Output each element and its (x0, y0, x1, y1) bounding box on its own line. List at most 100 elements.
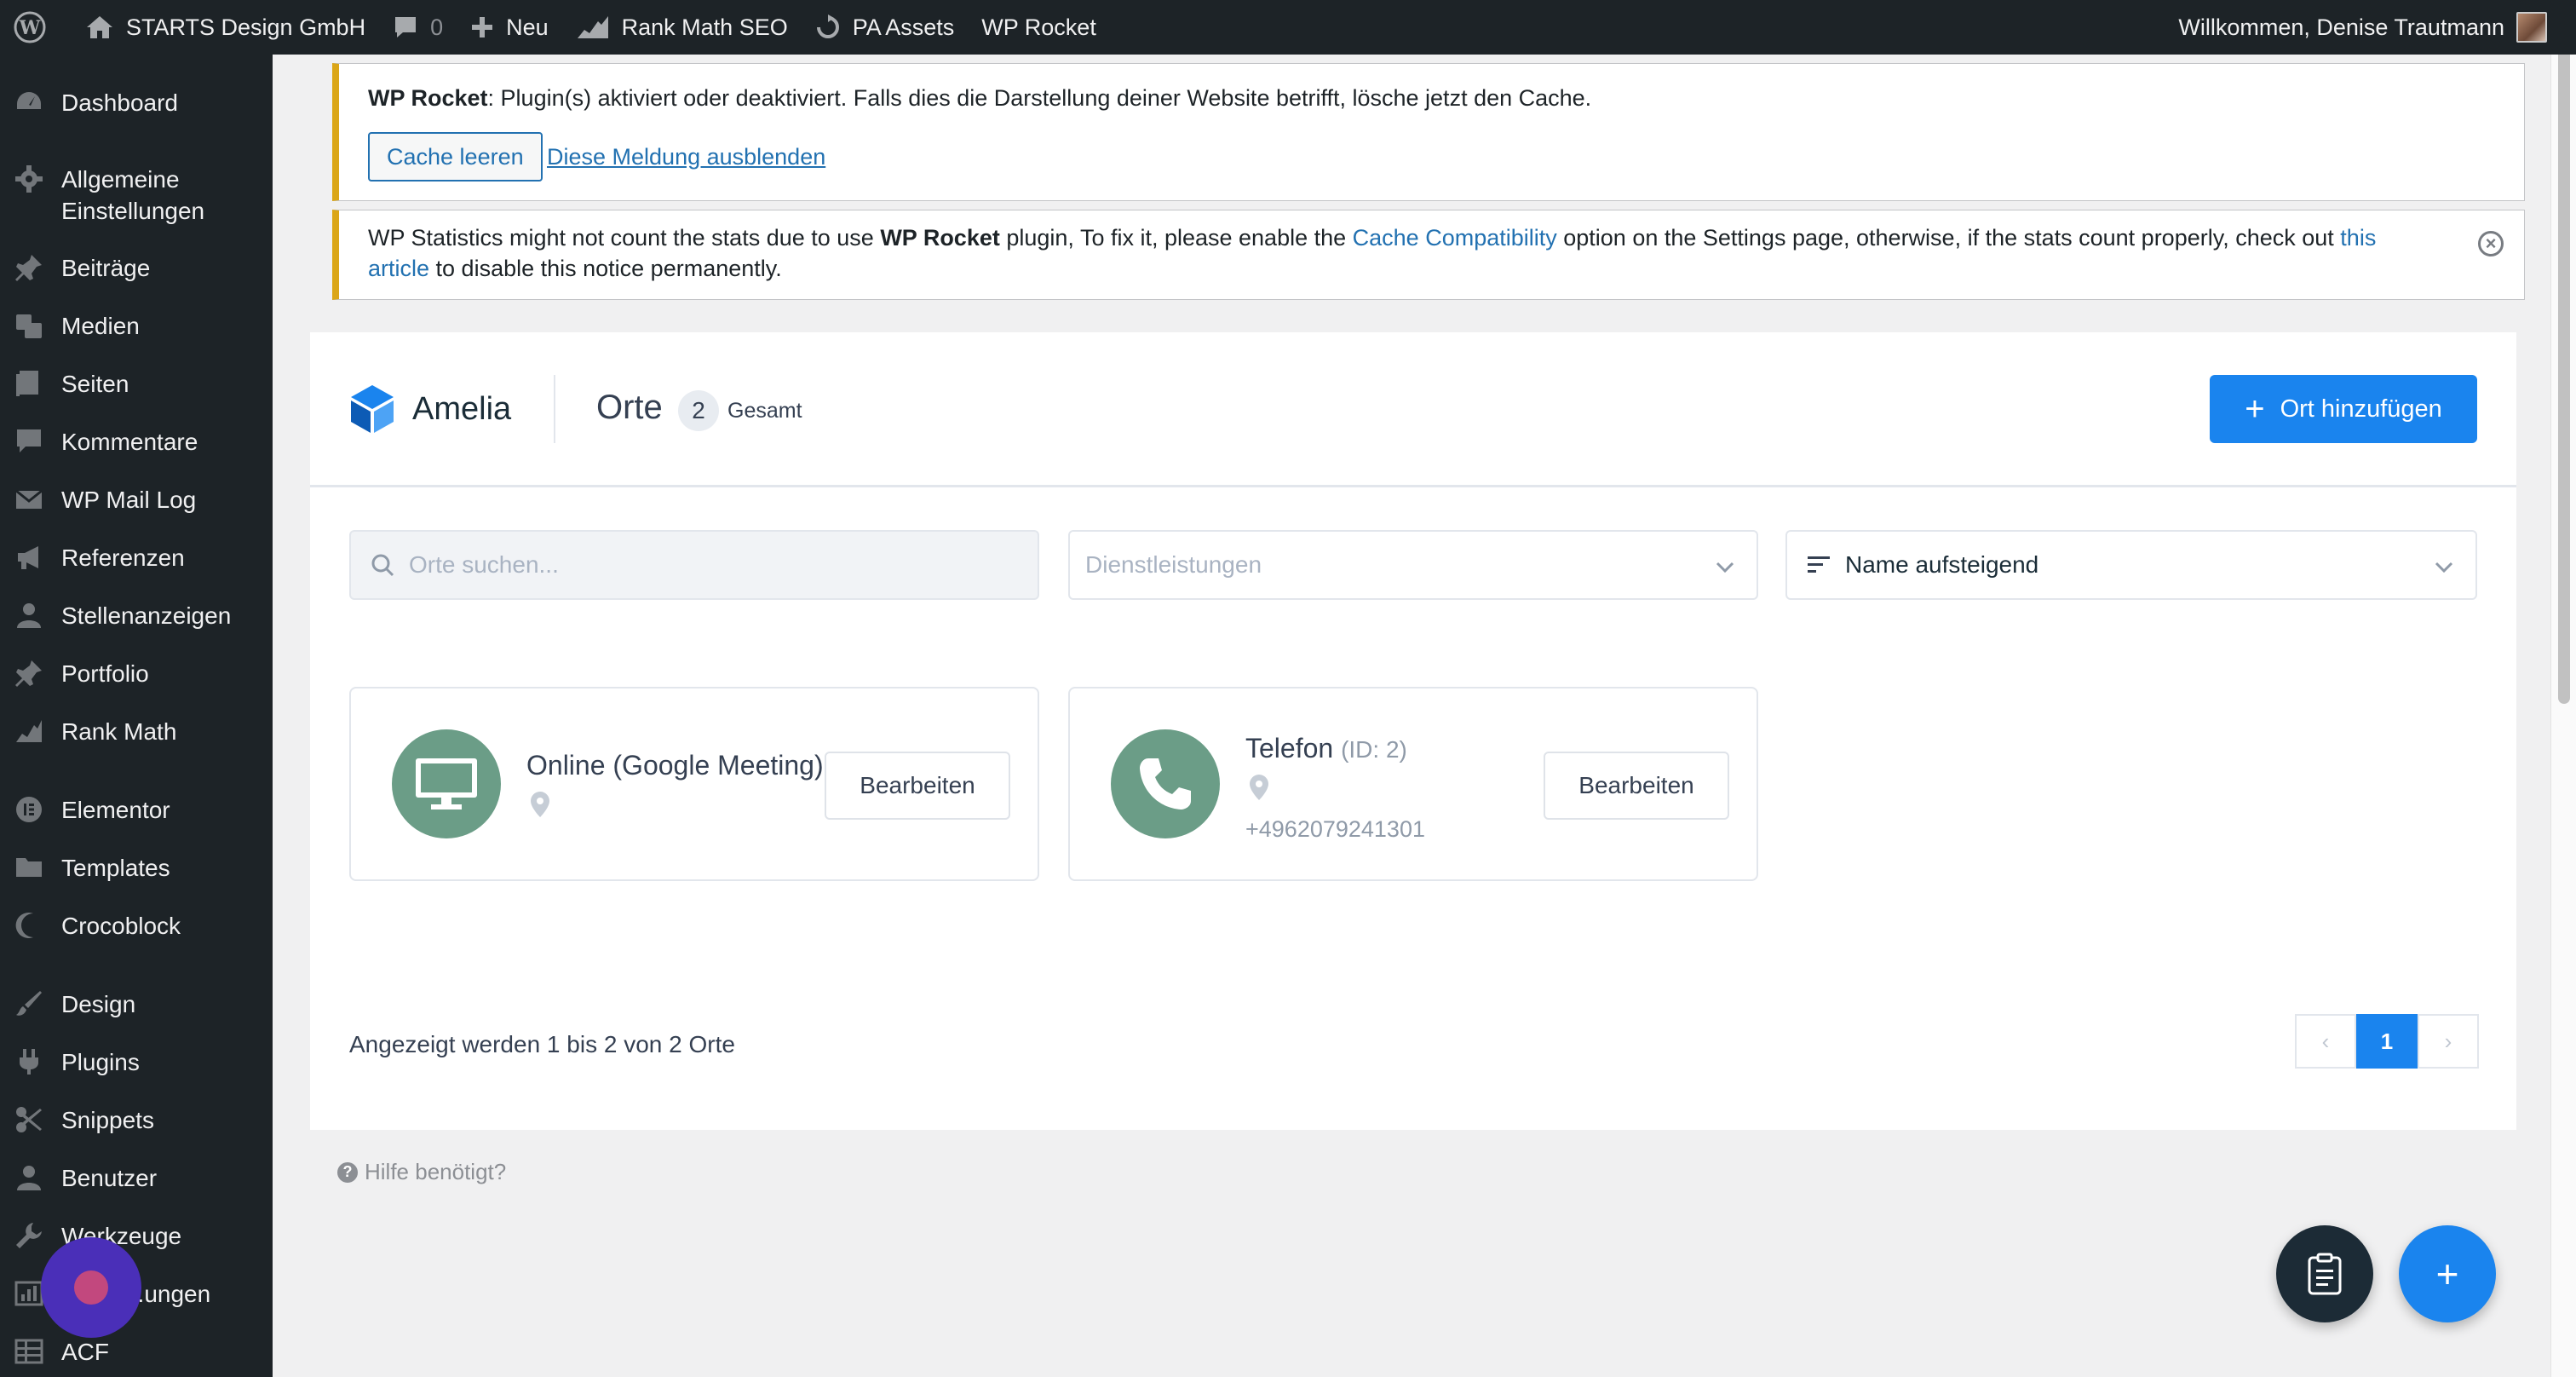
page-title: Orte (596, 389, 663, 426)
next-page-button[interactable]: › (2418, 1014, 2479, 1069)
sidebar-item-label: Beiträge (61, 255, 151, 281)
sidebar-item-tools[interactable]: Werkzeuge (0, 1220, 273, 1252)
clipboard-button[interactable] (2276, 1225, 2373, 1322)
megaphone-icon (14, 542, 44, 573)
wp-rocket-link[interactable]: WP Rocket (968, 0, 1110, 55)
plus-icon (472, 17, 493, 37)
sidebar-item-portfolio[interactable]: Portfolio (0, 658, 273, 689)
search-input[interactable]: Orte suchen... (349, 530, 1039, 600)
amelia-brand: Amelia (412, 390, 512, 427)
sidebar-item-users[interactable]: Benutzer (0, 1162, 273, 1194)
results-summary: Angezeigt werden 1 bis 2 von 2 Orte (349, 1031, 735, 1057)
search-icon (370, 552, 395, 578)
sidebar-item-label: WP Mail Log (61, 487, 197, 513)
refresh-icon (816, 14, 839, 38)
sidebar-item-elementor[interactable]: Elementor (0, 794, 273, 826)
plug-icon (14, 1046, 44, 1077)
pagination: ‹ 1 › (2295, 1014, 2479, 1069)
map-pin-icon (531, 792, 549, 817)
cache-compatibility-link[interactable]: Cache Compatibility (1353, 225, 1557, 251)
sidebar-item-pages[interactable]: Seiten (0, 368, 273, 400)
user-icon (14, 600, 44, 631)
clipboard-icon (2308, 1253, 2342, 1295)
sidebar-item-stellenanzeigen[interactable]: Stellenanzeigen (0, 600, 273, 631)
floating-widget-button[interactable] (41, 1237, 141, 1338)
services-placeholder: Dienstleistungen (1085, 551, 1262, 578)
comments-link[interactable]: 0 (379, 0, 457, 55)
question-icon: ? (337, 1161, 358, 1183)
edit-location-button[interactable]: Bearbeiten (825, 752, 1010, 820)
amelia-logo-icon (351, 385, 394, 433)
sort-select[interactable]: Name aufsteigend (1785, 530, 2477, 600)
count-badge: 2 (678, 390, 719, 431)
amelia-logo: Amelia (349, 383, 511, 435)
amelia-locations-panel: Amelia Orte 2 Gesamt + Ort hinzufügen Or… (310, 332, 2516, 1130)
map-pin-icon (1250, 775, 1268, 800)
page-scrollbar[interactable] (2550, 0, 2576, 1377)
add-location-label: Ort hinzufügen (2280, 395, 2442, 423)
wp-statistics-notice-text: WP Statistics might not count the stats … (368, 225, 2377, 281)
help-link[interactable]: ? Hilfe benötigt? (337, 1159, 506, 1185)
pa-assets-label: PA Assets (852, 14, 955, 40)
add-location-button[interactable]: + Ort hinzufügen (2210, 375, 2477, 443)
sidebar-item-acf[interactable]: ACF (0, 1336, 273, 1368)
pin-icon (14, 252, 44, 283)
edit-location-button[interactable]: Bearbeiten (1544, 752, 1729, 820)
site-name-link[interactable]: STARTS Design GmbH (72, 0, 379, 55)
sidebar-item-label: Templates (61, 855, 170, 881)
sidebar-item-design[interactable]: Design (0, 988, 273, 1020)
sidebar-item-posts[interactable]: Beiträge (0, 252, 273, 284)
svg-text:W: W (19, 17, 41, 39)
sidebar-item-label: Medien (61, 313, 140, 339)
sidebar-item-label: Crocoblock (61, 913, 181, 939)
elementor-icon (14, 794, 44, 825)
account-menu[interactable]: Willkommen, Denise Trautmann (2165, 0, 2576, 55)
sidebar-item-label: Elementor (61, 797, 170, 823)
folder-icon (14, 852, 44, 883)
wp-rocket-notice: WP Rocket: Plugin(s) aktiviert oder deak… (332, 63, 2525, 201)
table-icon (14, 1336, 44, 1367)
sidebar-item-referenzen[interactable]: Referenzen (0, 542, 273, 573)
location-card: Telefon (ID: 2) +4962079241301 Bearbeite… (1068, 687, 1758, 881)
scrollbar-thumb[interactable] (2558, 5, 2570, 704)
sidebar-item-wp-mail-log[interactable]: WP Mail Log (0, 484, 273, 516)
welcome-text: Willkommen, Denise Trautmann (2178, 14, 2504, 40)
scissors-icon (14, 1104, 44, 1135)
sidebar-item-rank-math[interactable]: Rank Math (0, 716, 273, 747)
settings-icon (14, 1278, 44, 1309)
pin-icon (14, 658, 44, 688)
clear-cache-button[interactable]: Cache leeren (368, 132, 543, 181)
sidebar-item-media[interactable]: Medien (0, 310, 273, 342)
sidebar-item-general-settings[interactable]: Allgemeine Einstellungen (0, 164, 256, 227)
sidebar-item-crocoblock[interactable]: Crocoblock (0, 910, 273, 942)
sidebar-item-label: Snippets (61, 1107, 154, 1133)
close-notice-icon[interactable]: × (2478, 231, 2504, 256)
comments-count: 0 (430, 14, 444, 40)
sidebar-item-plugins[interactable]: Plugins (0, 1046, 273, 1078)
sort-value: Name aufsteigend (1845, 551, 2039, 578)
admin-sidebar: Dashboard Allgemeine Einstellungen Beitr… (0, 55, 273, 1377)
crocoblock-icon (14, 910, 44, 941)
sidebar-item-comments[interactable]: Kommentare (0, 426, 273, 458)
sidebar-item-label: Kommentare (61, 429, 198, 455)
new-label: Neu (506, 14, 549, 40)
rank-math-label: Rank Math SEO (621, 14, 788, 40)
dismiss-notice-link[interactable]: Diese Meldung ausblenden (547, 144, 825, 170)
services-select[interactable]: Dienstleistungen (1068, 530, 1758, 600)
sidebar-item-snippets[interactable]: Snippets (0, 1104, 273, 1136)
sidebar-item-label: Allgemeine Einstellungen (61, 166, 205, 224)
rank-math-link[interactable]: Rank Math SEO (562, 0, 802, 55)
pages-icon (14, 368, 44, 399)
count-label: Gesamt (727, 399, 802, 423)
quick-add-button[interactable]: + (2399, 1225, 2496, 1322)
sidebar-item-templates[interactable]: Templates (0, 852, 273, 884)
prev-page-button[interactable]: ‹ (2295, 1014, 2356, 1069)
new-content-link[interactable]: Neu (457, 0, 562, 55)
wordpress-logo-icon[interactable]: W (0, 0, 72, 55)
comment-icon (14, 426, 44, 457)
pa-assets-link[interactable]: PA Assets (802, 0, 969, 55)
sidebar-item-dashboard[interactable]: Dashboard (0, 87, 273, 118)
page-button-current[interactable]: 1 (2356, 1014, 2418, 1069)
location-id: (ID: 2) (1341, 736, 1407, 763)
location-name: Online (Google Meeting) (526, 750, 824, 781)
